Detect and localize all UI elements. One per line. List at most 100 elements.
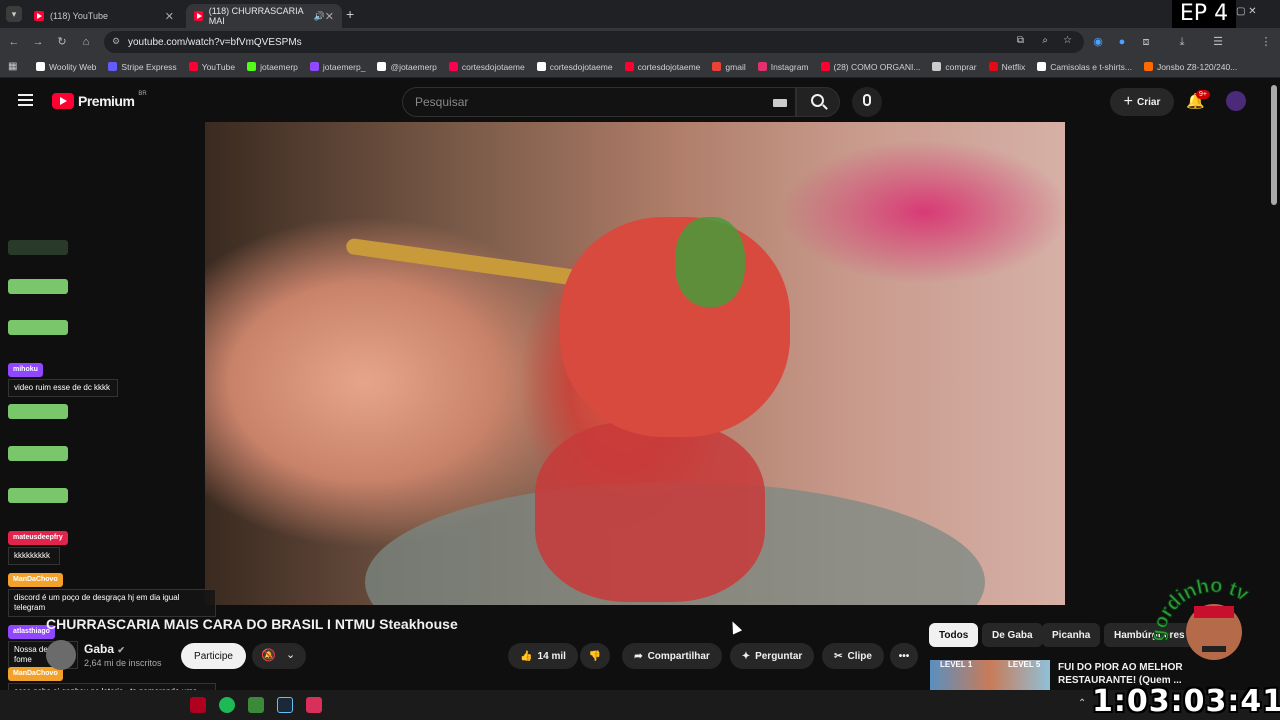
browser-tab-youtube[interactable]: (118) YouTube ✕ [26, 4, 182, 28]
apps-grid-icon[interactable]: ▦ [8, 61, 17, 72]
like-button[interactable]: 👍 14 mil [508, 643, 578, 669]
zoom-icon[interactable]: ⌕ [1042, 35, 1048, 46]
chat-user-chip [8, 279, 68, 294]
bookmark-favicon-icon [1037, 62, 1047, 71]
tab-search-icon[interactable]: ▾ [6, 6, 22, 22]
bookmark-favicon-icon [309, 62, 319, 71]
youtube-play-logo-icon [52, 93, 74, 109]
bookmark-favicon-icon [108, 62, 118, 71]
create-button[interactable]: + Criar [1110, 88, 1174, 116]
join-button[interactable]: Participe [181, 643, 246, 669]
chevron-down-icon: ⌄ [286, 649, 296, 661]
steam-icon[interactable] [277, 697, 293, 713]
bookmark-item[interactable]: cortesdojotaeme [624, 62, 700, 72]
site-info-icon[interactable]: ⚙ [112, 36, 120, 47]
video-player[interactable] [205, 122, 1065, 605]
close-tab-icon[interactable]: ✕ [325, 10, 334, 23]
forward-icon[interactable]: → [32, 36, 44, 48]
speaker-icon[interactable]: 🔊 [314, 11, 325, 22]
streamer-avatar-beard [1202, 646, 1226, 652]
install-icon[interactable]: ⧉ [1017, 35, 1024, 46]
extensions-puzzle-icon[interactable]: ⧈ [1140, 36, 1152, 48]
bookmark-item[interactable]: gmail [712, 62, 746, 72]
youtube-header: Premium BR Pesquisar + Criar 🔔 9+ [0, 79, 1280, 123]
sidebar-icon[interactable]: ☰ [1212, 36, 1224, 48]
notification-count-badge: 9+ [1196, 90, 1210, 99]
bookmark-item[interactable]: Stripe Express [108, 61, 177, 72]
sparkle-icon: ✦ [741, 650, 751, 662]
bookmark-item[interactable]: Woolity Web [36, 62, 96, 72]
bookmark-item[interactable]: jotaemerp [247, 62, 298, 72]
bookmark-item[interactable]: comprar [932, 62, 977, 72]
user-avatar[interactable] [1226, 91, 1246, 111]
chat-username: mihoku [8, 363, 43, 377]
video-frame-meat [535, 422, 765, 602]
bookmark-label: cortesdojotaeme [549, 61, 613, 72]
extension-icon[interactable]: ● [1116, 36, 1128, 48]
bookmark-item[interactable]: Netflix [988, 62, 1025, 72]
bookmark-favicon-icon [36, 62, 45, 71]
new-tab-icon[interactable]: + [346, 6, 354, 22]
bookmark-label: Jonsbo Z8-120/240... [1156, 61, 1238, 72]
taskbar-app-icon[interactable] [306, 697, 322, 713]
download-icon[interactable]: ⤓ [1176, 36, 1188, 48]
bookmarks-bar: Woolity Web Stripe Express YouTube jotaemer… [0, 56, 1280, 78]
page-scrollbar[interactable] [1271, 85, 1277, 205]
bookmark-item[interactable]: YouTube [188, 62, 235, 72]
menu-kebab-icon[interactable]: ⋮ [1260, 36, 1272, 48]
bookmark-item[interactable]: @jotaemerp [377, 62, 437, 72]
spotify-icon[interactable] [219, 697, 235, 713]
recommended-video-thumbnail[interactable]: LEVEL 1 LEVEL 5 [930, 660, 1050, 690]
channel-avatar[interactable] [46, 640, 76, 670]
bookmark-star-icon[interactable]: ☆ [1063, 35, 1072, 46]
extension-icon[interactable]: ◉ [1092, 36, 1104, 48]
tray-chevron-up-icon[interactable]: ⌃ [1078, 698, 1086, 709]
chat-user-chip [8, 320, 68, 335]
browser-tab-active[interactable]: (118) CHURRASCARIA MAI 🔊 ✕ [186, 4, 342, 28]
bookmark-favicon-icon [188, 62, 198, 71]
channel-name[interactable]: Gaba ✔ [84, 642, 125, 656]
bookmark-item[interactable]: Jonsbo Z8-120/240... [1143, 61, 1238, 72]
bookmark-item[interactable]: cortesdojotaeme [448, 62, 525, 72]
hamburger-menu-icon[interactable] [18, 94, 33, 96]
youtube-logo[interactable]: Premium BR [52, 91, 147, 109]
bookmark-favicon-icon [820, 62, 830, 71]
bookmark-item[interactable]: Instagram [757, 62, 809, 72]
reload-icon[interactable]: ↻ [56, 36, 68, 48]
ask-button[interactable]: ✦ Perguntar [730, 643, 814, 669]
dislike-button[interactable]: 👎 [580, 643, 610, 669]
youtube-favicon-icon [34, 11, 44, 21]
back-icon[interactable]: ← [8, 36, 20, 48]
taskbar-app-icon[interactable] [248, 697, 264, 713]
filter-chip-picanha[interactable]: Picanha [1042, 623, 1101, 647]
bookmark-item[interactable]: jotaemerp_ [309, 62, 365, 72]
browser-tab-bar: ▾ (118) YouTube ✕ (118) CHURRASCARIA MAI… [0, 0, 1280, 28]
logo-text: Premium [78, 93, 135, 109]
more-actions-button[interactable]: ••• [890, 643, 918, 669]
close-tab-icon[interactable]: ✕ [165, 10, 174, 23]
bookmark-favicon-icon [448, 62, 458, 71]
chat-user-chip [8, 446, 68, 461]
video-frame-greens [675, 217, 745, 307]
chat-username: ManDaChovo [8, 667, 63, 681]
ask-label: Perguntar [755, 650, 803, 662]
bookmark-item[interactable]: Camisolas e t-shirts... [1037, 62, 1132, 72]
filter-chip-all[interactable]: Todos [929, 623, 979, 647]
filter-chip-channel[interactable]: De Gaba [982, 623, 1043, 647]
keyboard-icon[interactable] [773, 99, 787, 107]
share-button[interactable]: ➦ Compartilhar [622, 643, 722, 669]
browser-toolbar: ← → ↻ ⌂ ⚙ youtube.com/watch?v=bfVmQVESPM… [0, 28, 1280, 77]
search-input[interactable]: Pesquisar [402, 87, 796, 117]
bookmark-item[interactable]: (28) COMO ORGANI... [820, 62, 920, 72]
bookmark-item[interactable]: cortesdojotaeme [536, 61, 613, 72]
clip-button[interactable]: ✂ Clipe [822, 643, 884, 669]
subscription-bell-button[interactable]: 🔕 ⌄ [252, 643, 306, 669]
voice-search-button[interactable] [852, 87, 882, 117]
subscriber-count: 2,64 mi de inscritos [84, 658, 162, 668]
window-controls[interactable]: ▢ ✕ [1236, 6, 1257, 17]
home-icon[interactable]: ⌂ [80, 36, 92, 48]
search-button[interactable] [796, 87, 840, 117]
address-bar[interactable]: ⚙ youtube.com/watch?v=bfVmQVESPMs ⧉ ⌕ ☆ [104, 31, 1084, 53]
taskbar-app-icon[interactable] [190, 697, 206, 713]
bookmark-label: Stripe Express [121, 61, 177, 72]
